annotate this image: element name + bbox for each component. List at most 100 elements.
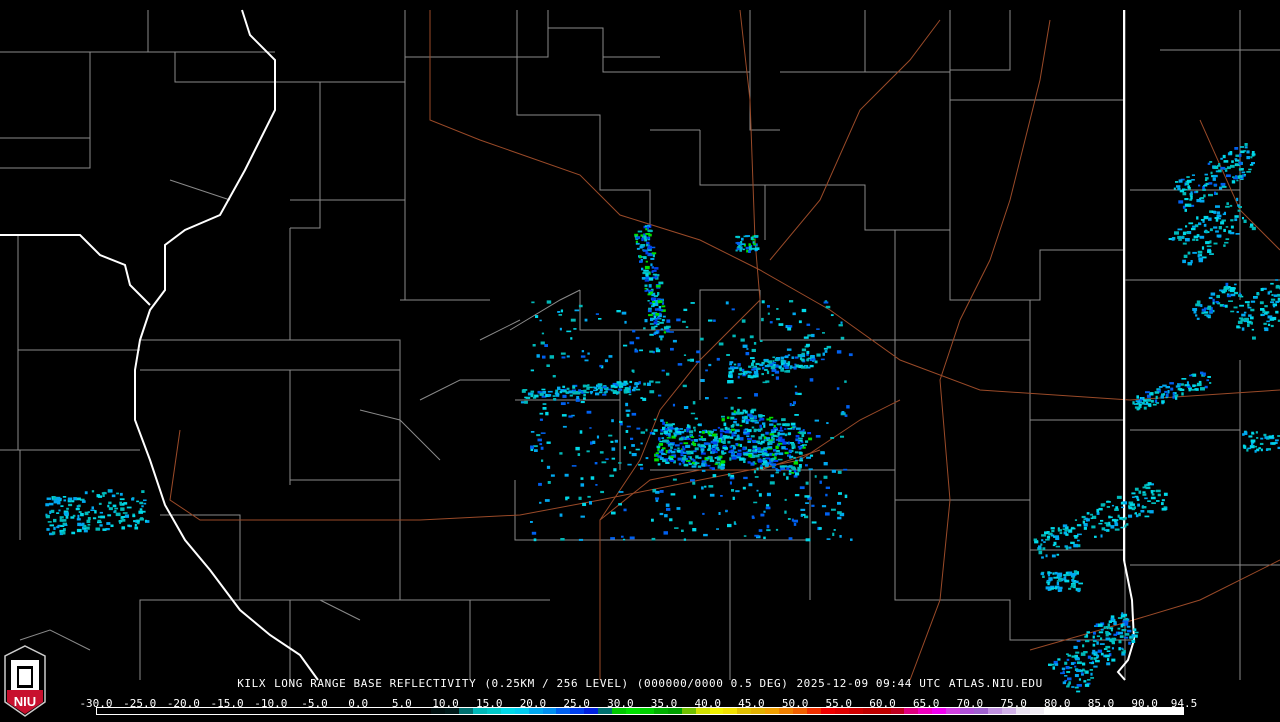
echo-pixel (1260, 443, 1263, 445)
echo-pixel (743, 249, 745, 251)
echo-pixel (830, 437, 834, 439)
echo-pixel (1115, 529, 1120, 531)
echo-pixel (654, 321, 658, 324)
echo-pixel (114, 510, 116, 513)
echo-pixel (1239, 175, 1243, 178)
echo-pixel (692, 482, 695, 485)
echo-pixel (684, 539, 686, 541)
echo-pixel (643, 271, 646, 273)
echo-pixel (744, 416, 748, 419)
echo-pixel (1174, 231, 1179, 234)
echo-pixel (671, 444, 674, 446)
colorbar-segment (362, 708, 376, 714)
echo-pixel (71, 532, 75, 535)
echo-pixel (540, 419, 543, 421)
colorbar-segment (431, 708, 445, 714)
echo-pixel (670, 460, 674, 462)
echo-pixel (776, 450, 780, 452)
echo-pixel (798, 432, 800, 434)
echo-pixel (587, 411, 592, 414)
colorbar-segment (153, 708, 167, 714)
echo-pixel (752, 360, 755, 362)
echo-pixel (1143, 399, 1146, 401)
echo-pixel (598, 318, 601, 320)
echo-pixel (1196, 216, 1198, 219)
echo-pixel (1210, 310, 1214, 313)
echo-pixel (1151, 497, 1156, 500)
svg-text:NIU: NIU (14, 694, 36, 709)
echo-pixel (653, 303, 655, 306)
echo-pixel (112, 495, 116, 498)
echo-pixel (136, 501, 139, 503)
echo-pixel (778, 430, 783, 432)
echo-pixel (737, 236, 740, 238)
echo-pixel (676, 319, 680, 322)
echo-pixel (737, 453, 742, 456)
echo-pixel (643, 327, 646, 329)
echo-pixel (579, 539, 583, 541)
echo-pixel (769, 417, 773, 419)
echo-pixel (648, 308, 652, 310)
echo-pixel (749, 371, 751, 373)
echo-pixel (114, 508, 118, 510)
echo-pixel (708, 485, 713, 487)
echo-pixel (1230, 287, 1234, 290)
echo-pixel (776, 529, 778, 531)
echo-pixel (701, 486, 704, 489)
echo-pixel (97, 521, 102, 523)
echo-pixel (543, 403, 547, 405)
radar-map[interactable] (0, 0, 1280, 720)
echo-pixel (555, 392, 557, 395)
echo-pixel (1076, 669, 1081, 672)
echo-pixel (1053, 666, 1056, 669)
echo-pixel (745, 411, 748, 414)
echo-pixel (648, 300, 650, 302)
echo-pixel (1063, 524, 1067, 527)
echo-pixel (732, 308, 735, 310)
echo-pixel (1237, 311, 1239, 313)
echo-pixel (1191, 205, 1194, 207)
echo-pixel (703, 534, 708, 536)
echo-pixel (1187, 185, 1190, 188)
echo-pixel (844, 380, 846, 382)
echo-pixel (831, 509, 836, 511)
echo-pixel (695, 447, 699, 450)
echo-pixel (720, 495, 723, 497)
echo-pixel (581, 483, 585, 486)
echo-pixel (645, 273, 648, 276)
echo-pixel (792, 428, 794, 430)
echo-pixel (637, 248, 640, 250)
echo-pixel (134, 527, 138, 530)
echo-pixel (721, 453, 724, 455)
echo-pixel (640, 246, 643, 249)
echo-pixel (743, 487, 746, 490)
echo-pixel (567, 355, 570, 357)
echo-pixel (1189, 375, 1192, 377)
echo-pixel (1230, 151, 1233, 154)
echo-pixel (686, 326, 688, 328)
echo-pixel (1246, 156, 1250, 159)
echo-pixel (691, 413, 695, 415)
echo-pixel (645, 252, 648, 255)
echo-pixel (648, 246, 652, 249)
echo-pixel (626, 410, 631, 412)
echo-pixel (1254, 446, 1257, 448)
echo-pixel (826, 422, 828, 424)
echo-pixel (587, 496, 590, 498)
echo-pixel (773, 420, 778, 423)
echo-pixel (1177, 384, 1179, 387)
echo-pixel (624, 509, 627, 512)
colorbar-segment (529, 708, 543, 714)
echo-pixel (1092, 650, 1095, 652)
echo-pixel (648, 314, 653, 316)
echo-pixel (652, 301, 655, 303)
echo-pixel (1077, 524, 1081, 526)
echo-pixel (132, 515, 135, 517)
echo-pixel (752, 440, 756, 443)
echo-pixel (736, 411, 740, 414)
echo-pixel (49, 511, 51, 514)
echo-pixel (1270, 283, 1274, 285)
echo-pixel (1075, 581, 1078, 584)
echo-pixel (802, 349, 806, 352)
echo-pixel (613, 383, 617, 385)
